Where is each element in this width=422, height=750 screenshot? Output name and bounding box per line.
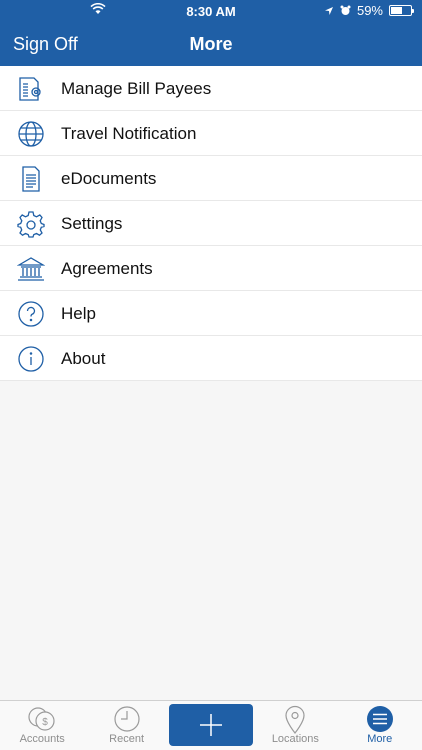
menu-item-help[interactable]: Help bbox=[0, 291, 422, 336]
menu-item-edocuments[interactable]: eDocuments bbox=[0, 156, 422, 201]
menu-item-label: Manage Bill Payees bbox=[61, 78, 212, 98]
tab-more[interactable]: More bbox=[338, 701, 422, 750]
location-pin-icon bbox=[285, 705, 305, 734]
coins-icon: $ bbox=[28, 707, 55, 731]
clock-icon bbox=[113, 706, 140, 732]
svg-text:$: $ bbox=[42, 717, 48, 728]
battery-percent: 59% bbox=[356, 3, 383, 18]
bill-payees-icon bbox=[16, 74, 46, 104]
tab-add[interactable] bbox=[168, 701, 253, 750]
battery-icon bbox=[389, 5, 414, 16]
menu-item-about[interactable]: About bbox=[0, 336, 422, 381]
menu-item-travel-notification[interactable]: Travel Notification bbox=[0, 111, 422, 156]
nav-bar: Sign Off More bbox=[0, 22, 422, 66]
gear-icon bbox=[16, 209, 46, 239]
question-icon bbox=[16, 299, 46, 329]
tab-label: Accounts bbox=[19, 733, 65, 745]
tab-bar: $ Accounts Recent Locations More bbox=[0, 700, 422, 750]
tab-label: Recent bbox=[109, 733, 145, 745]
menu-item-label: Agreements bbox=[61, 258, 153, 278]
menu-item-manage-bill-payees[interactable]: Manage Bill Payees bbox=[0, 66, 422, 111]
info-icon bbox=[16, 344, 46, 374]
menu-item-label: Help bbox=[61, 303, 96, 323]
tab-label: More bbox=[367, 733, 393, 745]
menu-item-label: eDocuments bbox=[61, 168, 157, 188]
plus-icon bbox=[199, 714, 222, 736]
more-menu: Manage Bill Payees Travel Notification e… bbox=[0, 66, 422, 381]
add-button[interactable] bbox=[168, 704, 253, 746]
tab-recent[interactable]: Recent bbox=[84, 701, 168, 750]
status-bar: 8:30 AM 59% bbox=[0, 0, 422, 22]
location-arrow-icon bbox=[324, 6, 333, 15]
menu-item-label: Travel Notification bbox=[61, 123, 197, 143]
tab-label: Locations bbox=[271, 733, 319, 745]
menu-item-label: About bbox=[61, 348, 106, 368]
globe-icon bbox=[16, 119, 46, 149]
top-bar: 8:30 AM 59% Sign Off More bbox=[0, 0, 422, 66]
menu-item-settings[interactable]: Settings bbox=[0, 201, 422, 246]
menu-item-label: Settings bbox=[61, 213, 123, 233]
document-icon bbox=[16, 164, 46, 194]
page-title: More bbox=[189, 34, 233, 54]
bank-icon bbox=[16, 254, 46, 284]
menu-icon bbox=[366, 706, 393, 732]
battery-fill bbox=[391, 7, 403, 14]
tab-accounts[interactable]: $ Accounts bbox=[0, 701, 84, 750]
alarm-icon bbox=[340, 5, 351, 15]
menu-item-agreements[interactable]: Agreements bbox=[0, 246, 422, 291]
tab-locations[interactable]: Locations bbox=[253, 701, 337, 750]
